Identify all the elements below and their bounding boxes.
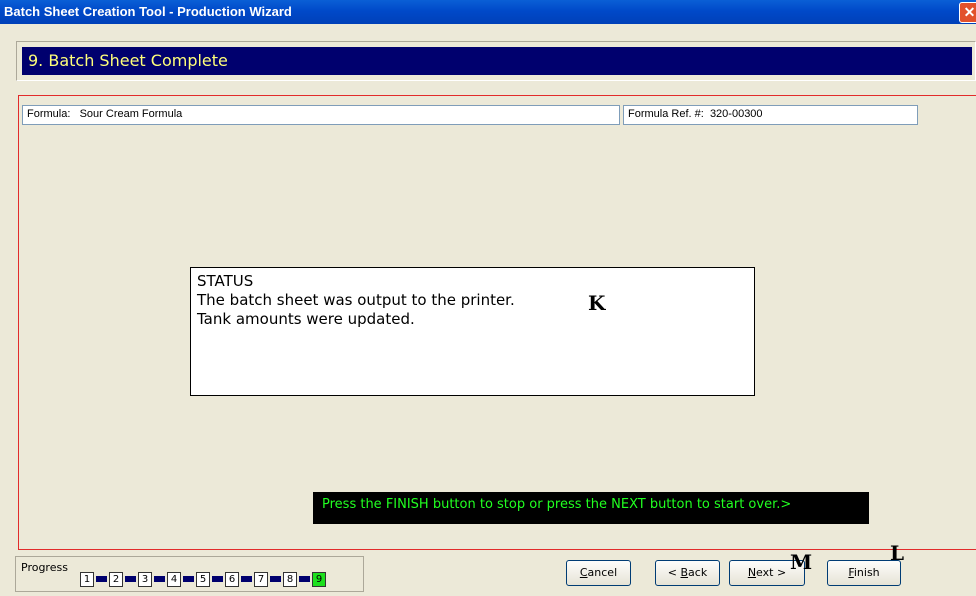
progress-connector xyxy=(183,576,194,582)
formula-ref-value: 320-00300 xyxy=(709,108,763,120)
back-button-accel: B xyxy=(680,566,689,579)
progress-steps: 123456789 xyxy=(80,570,326,588)
status-line-printer: The batch sheet was output to the printe… xyxy=(197,291,515,309)
marker-k: K xyxy=(588,291,606,315)
finish-button-label: inish xyxy=(853,566,880,579)
marker-l: L xyxy=(890,541,905,565)
progress-step-3: 3 xyxy=(138,571,152,587)
progress-connector xyxy=(299,576,310,582)
formula-name: Sour Cream Formula xyxy=(79,108,183,120)
next-button-label: ext > xyxy=(756,566,787,579)
marker-m: M xyxy=(790,550,813,574)
progress-label: Progress xyxy=(21,561,68,574)
status-heading: STATUS xyxy=(197,272,254,290)
progress-step-2: 2 xyxy=(109,571,123,587)
close-icon[interactable]: ✕ xyxy=(959,2,976,23)
progress-step-9: 9 xyxy=(312,571,326,587)
progress-step-5: 5 xyxy=(196,571,210,587)
progress-step-8: 8 xyxy=(283,571,297,587)
progress-step-7: 7 xyxy=(254,571,268,587)
progress-step-1: 1 xyxy=(80,571,94,587)
progress-step-6: 6 xyxy=(225,571,239,587)
progress-connector xyxy=(270,576,281,582)
step-title: 9. Batch Sheet Complete xyxy=(22,47,972,75)
progress-connector xyxy=(125,576,136,582)
window-title: Batch Sheet Creation Tool - Production W… xyxy=(4,4,292,19)
status-line-tank: Tank amounts were updated. xyxy=(197,310,415,328)
formula-ref-label: Formula Ref. #: xyxy=(628,108,704,120)
back-button-label: ack xyxy=(688,566,708,579)
progress-connector xyxy=(96,576,107,582)
cancel-button-accel: C xyxy=(579,566,588,579)
formula-name-field: Formula: Sour Cream Formula xyxy=(22,105,620,125)
progress-step-4: 4 xyxy=(167,571,181,587)
progress-connector xyxy=(241,576,252,582)
instruction-message: Press the FINISH button to stop or press… xyxy=(313,492,869,524)
formula-label: Formula: xyxy=(27,108,71,120)
status-box: STATUS The batch sheet was output to the… xyxy=(190,267,755,396)
back-button-prefix: < xyxy=(667,566,681,579)
next-button-accel: N xyxy=(747,566,757,579)
progress-connector xyxy=(212,576,223,582)
back-button[interactable]: < Back xyxy=(655,560,720,586)
progress-connector xyxy=(154,576,165,582)
window-title-bar[interactable]: Batch Sheet Creation Tool - Production W… xyxy=(0,0,976,24)
cancel-button-label: ancel xyxy=(587,566,618,579)
cancel-button[interactable]: Cancel xyxy=(566,560,631,586)
progress-panel: Progress 123456789 xyxy=(15,556,364,592)
formula-ref-field: Formula Ref. #: 320-00300 xyxy=(623,105,918,125)
